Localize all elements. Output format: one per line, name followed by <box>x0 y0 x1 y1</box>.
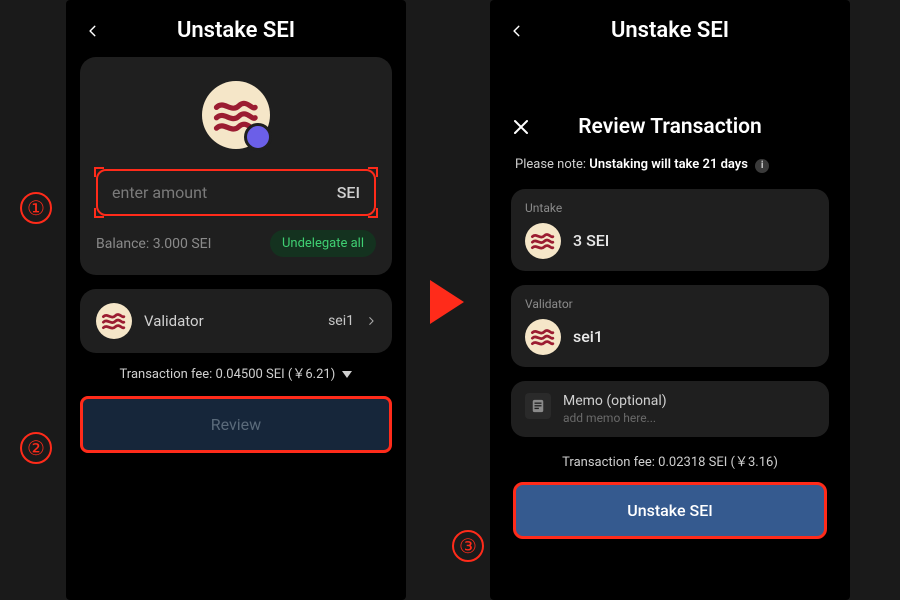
sei-logo-icon <box>530 324 555 349</box>
screen-unstake-form: Unstake SEI enter amount SEI Balance: 3.… <box>66 0 406 600</box>
info-icon[interactable]: i <box>755 159 769 173</box>
screen-review-transaction: Unstake SEI Review Transaction Please no… <box>490 0 850 600</box>
validator-label: Validator <box>525 297 815 311</box>
memo-placeholder: add memo here... <box>563 411 667 425</box>
memo-label: Memo (optional) <box>563 393 667 409</box>
chevron-right-icon <box>366 316 376 326</box>
review-sheet: Review Transaction Please note: Unstakin… <box>495 95 845 600</box>
annotation-step-1: ① <box>20 192 52 224</box>
amount-placeholder: enter amount <box>112 183 207 202</box>
sei-token-icon <box>202 81 270 149</box>
sheet-title: Review Transaction <box>511 115 829 139</box>
untake-summary-block: Untake 3 SEI <box>511 189 829 271</box>
transaction-fee-selector[interactable]: Transaction fee: 0.04500 SEI (￥6.21) <box>66 363 406 382</box>
unstake-warning: Please note: Unstaking will take 21 days… <box>515 157 825 173</box>
transaction-fee-label: Transaction fee: 0.02318 SEI (￥3.16) <box>511 451 829 470</box>
validator-selector[interactable]: Validator sei1 <box>80 289 392 353</box>
validator-icon <box>96 303 132 339</box>
memo-input[interactable]: Memo (optional) add memo here... <box>511 381 829 437</box>
amount-unit: SEI <box>337 183 360 202</box>
annotation-step-2: ② <box>20 432 52 464</box>
memo-icon <box>525 393 551 419</box>
balance-label: Balance: 3.000 SEI <box>96 236 211 252</box>
undelegate-all-button[interactable]: Undelegate all <box>270 230 376 257</box>
annotation-arrow-icon <box>430 280 464 324</box>
validator-label: Validator <box>144 312 204 330</box>
untake-label: Untake <box>525 201 815 215</box>
page-title: Unstake SEI <box>82 18 390 43</box>
header: Unstake SEI <box>490 0 850 57</box>
balance-row: Balance: 3.000 SEI Undelegate all <box>96 230 376 257</box>
sei-logo-icon <box>212 91 260 139</box>
header: Unstake SEI <box>66 0 406 57</box>
validator-value: sei1 <box>328 313 354 329</box>
validator-icon <box>525 319 561 355</box>
caret-down-icon <box>342 371 352 379</box>
validator-value: sei1 <box>573 327 603 346</box>
note-prefix: Please note: <box>515 157 589 172</box>
transaction-fee-label: Transaction fee: 0.04500 SEI (￥6.21) <box>120 367 336 382</box>
page-title: Unstake SEI <box>506 18 834 43</box>
amount-input[interactable]: enter amount SEI <box>96 169 376 216</box>
document-icon <box>531 399 545 413</box>
sei-logo-icon <box>530 228 555 253</box>
note-bold: Unstaking will take 21 days <box>589 157 748 172</box>
sheet-header: Review Transaction <box>511 115 829 139</box>
validator-summary-block: Validator sei1 <box>511 285 829 367</box>
annotation-step-3: ③ <box>452 530 484 562</box>
amount-card: enter amount SEI Balance: 3.000 SEI Unde… <box>80 57 392 275</box>
sei-token-icon <box>525 223 561 259</box>
review-button[interactable]: Review <box>80 396 392 453</box>
unstake-submit-button[interactable]: Unstake SEI <box>513 482 827 539</box>
sei-logo-icon <box>101 308 126 333</box>
untake-amount: 3 SEI <box>573 231 609 250</box>
